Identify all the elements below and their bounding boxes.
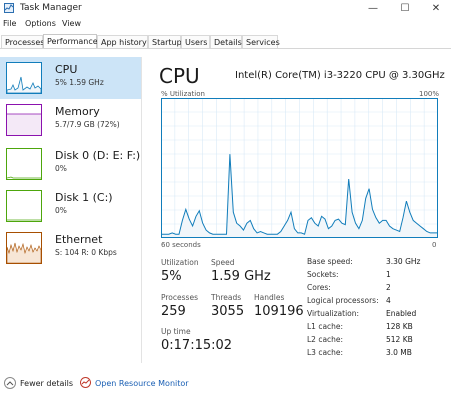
menu-view[interactable]: View: [62, 19, 81, 28]
cpu-utilization-graph: [161, 98, 438, 238]
sidebar-item-detail: 5% 1.59 GHz: [55, 78, 104, 87]
sidebar-item-name: Memory: [55, 105, 100, 118]
handles-value: 109196: [254, 304, 304, 319]
threads-label: Threads: [211, 293, 242, 302]
detail-label: L2 cache:: [307, 335, 344, 344]
utilization-label: Utilization: [161, 258, 199, 267]
sidebar-item-cpu[interactable]: CPU 5% 1.59 GHz: [0, 57, 141, 99]
footer: Fewer details Open Resource Monitor: [0, 374, 451, 394]
processes-label: Processes: [161, 293, 198, 302]
detail-value: 4: [386, 296, 391, 305]
graph-label: % Utilization: [161, 90, 205, 98]
tab-users[interactable]: Users: [181, 35, 210, 48]
handles-label: Handles: [254, 293, 285, 302]
uptime-value: 0:17:15:02: [161, 338, 233, 353]
graph-time-axis-end: 0: [432, 241, 437, 249]
page-title: CPU: [159, 64, 200, 88]
uptime-label: Up time: [161, 327, 191, 336]
detail-label: Logical processors:: [307, 296, 379, 305]
sidebar-item-memory[interactable]: Memory 5.7/7.9 GB (72%): [0, 99, 141, 141]
detail-label: L3 cache:: [307, 348, 344, 357]
graph-max-label: 100%: [419, 90, 440, 98]
detail-value: Enabled: [386, 309, 417, 318]
disk-1-thumbnail-graph: [6, 190, 42, 222]
task-manager-app-icon: [4, 3, 14, 13]
threads-value: 3055: [211, 304, 245, 319]
detail-value: 3.0 MB: [386, 348, 412, 357]
detail-label: Base speed:: [307, 257, 353, 266]
detail-value: 2: [386, 283, 391, 292]
tab-services[interactable]: Services: [242, 35, 280, 48]
menu-bar: File Options View: [0, 17, 451, 31]
disk-0-thumbnail-graph: [6, 148, 42, 180]
detail-value: 512 KB: [386, 335, 413, 344]
tab-processes[interactable]: Processes: [1, 35, 44, 48]
tab-app-history[interactable]: App history: [97, 35, 148, 48]
sidebar-item-ethernet[interactable]: Ethernet S: 104 R: 0 Kbps: [0, 227, 141, 269]
cpu-thumbnail-graph: [6, 62, 42, 94]
tab-strip: Processes Performance App history Startu…: [0, 34, 451, 49]
processes-value: 259: [161, 304, 186, 319]
minimize-button[interactable]: —: [357, 0, 389, 17]
cpu-model-name: Intel(R) Core(TM) i3-3220 CPU @ 3.30GHz: [235, 70, 445, 81]
detail-value: 1: [386, 270, 391, 279]
sidebar-item-name: Ethernet: [55, 233, 103, 246]
detail-value: 3.30 GHz: [386, 257, 421, 266]
sidebar-item-detail: 0%: [55, 206, 67, 215]
graph-time-axis-start: 60 seconds: [161, 241, 201, 249]
sidebar-item-disk-1[interactable]: Disk 1 (C:) 0%: [0, 185, 141, 227]
sidebar-item-name: Disk 0 (D: E: F:): [55, 149, 141, 162]
window-title: Task Manager: [20, 3, 82, 13]
ethernet-thumbnail-graph: [6, 232, 42, 264]
detail-label: L1 cache:: [307, 322, 344, 331]
tab-details[interactable]: Details: [210, 35, 242, 48]
open-resource-monitor-link[interactable]: Open Resource Monitor: [95, 379, 189, 388]
menu-file[interactable]: File: [3, 19, 16, 28]
speed-value: 1.59 GHz: [211, 269, 271, 284]
menu-options[interactable]: Options: [25, 19, 56, 28]
memory-thumbnail-graph: [6, 104, 42, 136]
tab-performance[interactable]: Performance: [43, 34, 98, 48]
tab-startup[interactable]: Startup: [148, 35, 182, 48]
detail-label: Virtualization:: [307, 309, 360, 318]
sidebar-item-name: Disk 1 (C:): [55, 191, 113, 204]
maximize-button[interactable]: ☐: [389, 0, 421, 17]
speed-label: Speed: [211, 258, 235, 267]
fewer-details-link[interactable]: Fewer details: [20, 379, 73, 388]
close-button[interactable]: ✕: [420, 0, 451, 17]
detail-label: Cores:: [307, 283, 331, 292]
sidebar-item-disk-0[interactable]: Disk 0 (D: E: F:) 0%: [0, 143, 141, 185]
sidebar-item-detail: S: 104 R: 0 Kbps: [55, 248, 117, 257]
sidebar-item-detail: 0%: [55, 164, 67, 173]
utilization-value: 5%: [161, 269, 182, 284]
detail-label: Sockets:: [307, 270, 339, 279]
sidebar-item-detail: 5.7/7.9 GB (72%): [55, 120, 120, 129]
detail-value: 128 KB: [386, 322, 413, 331]
sidebar-item-name: CPU: [55, 63, 78, 76]
title-bar: Task Manager — ☐ ✕: [0, 0, 451, 17]
resource-monitor-icon: [80, 377, 91, 388]
resource-sidebar: CPU 5% 1.59 GHz Memory 5.7/7.9 GB (72%) …: [0, 57, 142, 363]
chevron-up-icon[interactable]: [4, 377, 16, 389]
